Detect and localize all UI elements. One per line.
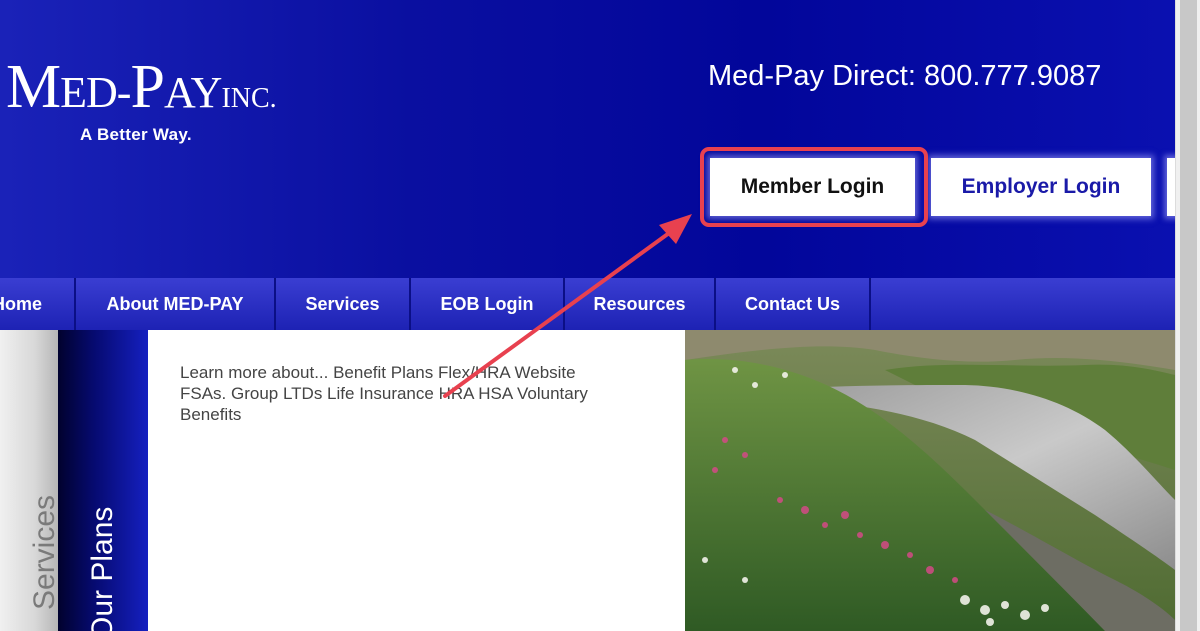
mountain-stream-photo [685, 330, 1175, 631]
our-plans-side-tab-label: Our Plans [86, 506, 119, 631]
plans-description: Learn more about... Benefit Plans Flex/H… [180, 363, 588, 424]
scrollbar-thumb[interactable] [1180, 0, 1197, 631]
services-side-tab-label: Services [28, 494, 61, 610]
logo-inc: INC. [221, 83, 277, 114]
logo-tagline: A Better Way. [80, 125, 192, 144]
phone-number: Med-Pay Direct: 800.777.9087 [708, 60, 1102, 92]
nav-item-label: EOB Login [440, 293, 534, 314]
site-header: MED-PAYINC. A Better Way. Med-Pay Direct… [0, 0, 1175, 278]
main-nav: Home About MED-PAY Services EOB Login Re… [0, 278, 1175, 330]
nav-item-label: Services [305, 293, 380, 314]
nav-item-label: Resources [593, 293, 686, 314]
nav-item-services[interactable]: Services [276, 278, 411, 330]
logo-letters-ed: ED- [60, 68, 131, 117]
nav-item-label: Contact Us [744, 293, 840, 314]
logo-letter-m: M [6, 53, 61, 121]
med-pay-logo[interactable]: MED-PAYINC. [6, 56, 277, 118]
vertical-scrollbar[interactable] [1175, 0, 1200, 631]
nav-item-label: Home [0, 293, 43, 314]
nav-item-about[interactable]: About MED-PAY [76, 278, 276, 330]
nav-item-eob-login[interactable]: EOB Login [411, 278, 565, 330]
meadow-stream-image [685, 330, 1175, 631]
annotation-highlight-box [700, 147, 928, 227]
nav-item-contact-us[interactable]: Contact Us [716, 278, 871, 330]
nav-item-label: About MED-PAY [106, 293, 244, 314]
logo-letters-ay: AY [163, 68, 223, 117]
partial-login-button[interactable] [1167, 158, 1175, 216]
nav-item-resources[interactable]: Resources [565, 278, 716, 330]
nav-item-home[interactable]: Home [0, 278, 76, 330]
page: MED-PAYINC. A Better Way. Med-Pay Direct… [0, 0, 1175, 631]
logo-letter-p: P [130, 53, 164, 121]
employer-login-button[interactable]: Employer Login [931, 158, 1151, 216]
